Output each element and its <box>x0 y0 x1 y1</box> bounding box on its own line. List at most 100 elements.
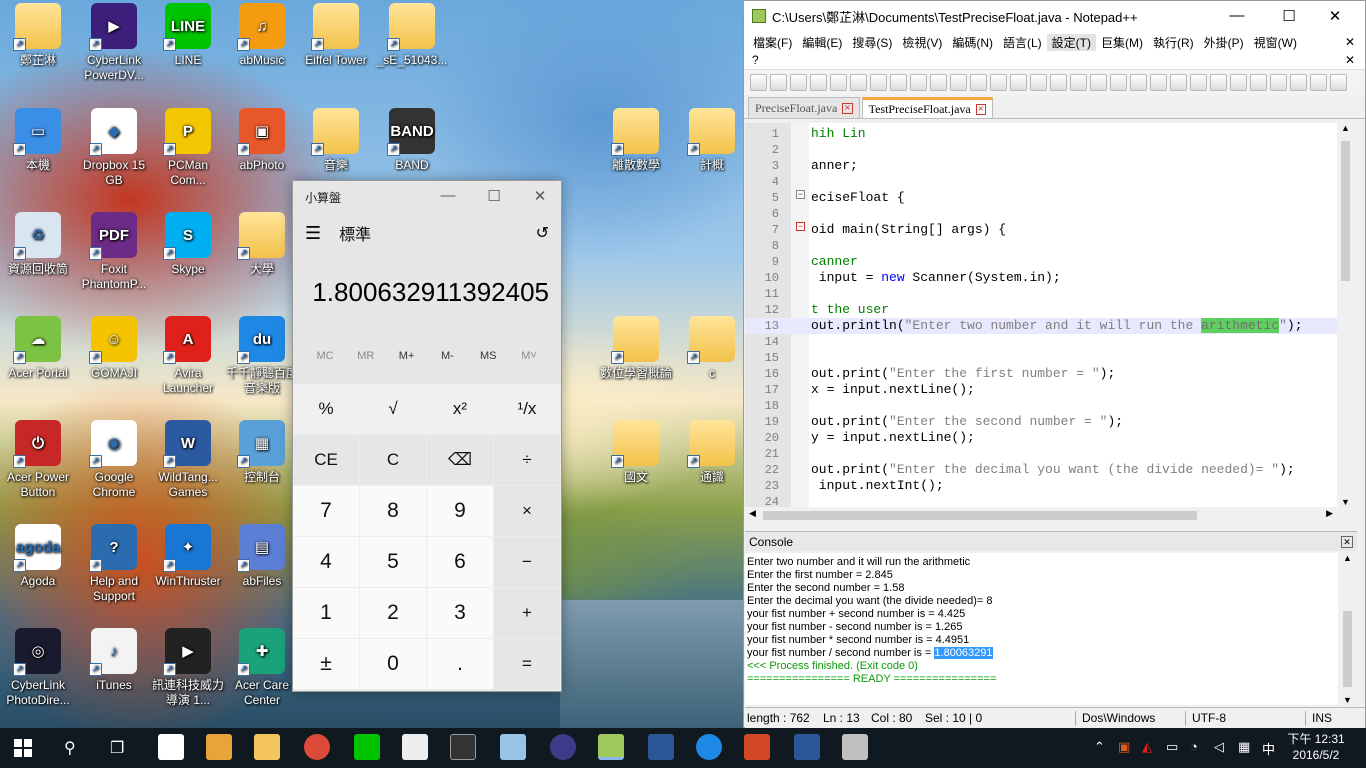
code-line[interactable]: 16 out.print("Enter the first number = ")… <box>745 366 1337 382</box>
calculator-key[interactable]: √ <box>360 384 427 435</box>
editor-vertical-scrollbar[interactable]: ▲ ▼ <box>1337 123 1354 507</box>
calculator-titlebar[interactable]: 小算盤 — ☐ ✕ <box>293 181 561 213</box>
calculator-key[interactable]: 2 <box>360 588 427 639</box>
calculator-key[interactable]: + <box>494 588 561 639</box>
close-button[interactable]: ✕ <box>1312 7 1358 25</box>
desktop-icon[interactable]: ↗ 計概 <box>674 108 750 173</box>
document-tab[interactable]: PreciseFloat.java × <box>748 97 860 118</box>
search-icon[interactable]: ⚲ <box>64 738 76 758</box>
toolbar-button-icon[interactable] <box>770 74 787 91</box>
calculator-key[interactable]: 6 <box>427 537 494 588</box>
menu-item[interactable]: 檢視(V) <box>897 34 947 51</box>
ime-indicator[interactable]: 中 <box>1262 739 1275 758</box>
toolbar-button-icon[interactable] <box>1050 74 1067 91</box>
devcpp-icon[interactable] <box>648 734 674 760</box>
toolbar-button-icon[interactable] <box>750 74 767 91</box>
calculator-key[interactable]: ÷ <box>494 435 561 486</box>
scroll-down-icon[interactable]: ▼ <box>1339 695 1356 705</box>
desktop-icon[interactable]: A ↗ Avira Launcher <box>150 316 226 396</box>
code-line[interactable]: 22 out.print("Enter the decimal you want … <box>745 462 1337 478</box>
calculator-key[interactable]: 3 <box>427 588 494 639</box>
desktop-icon[interactable]: ▤ ↗ abFiles <box>224 524 300 589</box>
code-line[interactable]: 8 <box>745 238 1337 254</box>
code-line[interactable]: 13 out.println("Enter two number and it w… <box>745 318 1337 334</box>
desktop-icon[interactable]: ↗ 大學 <box>224 212 300 277</box>
desktop-icon[interactable]: ▭ ↗ 本機 <box>0 108 76 173</box>
code-line[interactable]: 11 <box>745 286 1337 302</box>
desktop-icon[interactable]: ↗ 鄭芷淋 <box>0 3 76 68</box>
menu-item[interactable]: 設定(T) <box>1046 33 1096 51</box>
toolbar-button-icon[interactable] <box>1150 74 1167 91</box>
toolbar-button-icon[interactable] <box>1130 74 1147 91</box>
close-doc-icon[interactable]: ✕ <box>1345 53 1355 67</box>
desktop-icon[interactable]: ♫ ↗ abMusic <box>224 3 300 68</box>
desktop-icon[interactable]: ☺ ↗ GOMAJI <box>76 316 152 381</box>
scroll-up-icon[interactable]: ▲ <box>1337 123 1354 133</box>
scroll-thumb[interactable] <box>763 511 1197 520</box>
toolbar-button-icon[interactable] <box>930 74 947 91</box>
toolbar-button-icon[interactable] <box>850 74 867 91</box>
desktop-icon[interactable]: W ↗ WildTang... Games <box>150 420 226 500</box>
calculator-key[interactable]: × <box>494 486 561 537</box>
menu-item[interactable]: 編碼(N) <box>947 34 998 51</box>
calculator-key[interactable]: x² <box>427 384 494 435</box>
toolbar-button-icon[interactable] <box>1170 74 1187 91</box>
desktop-icon[interactable]: ↗ 離散數學 <box>598 108 674 173</box>
calculator-key[interactable]: ⌫ <box>427 435 494 486</box>
calculator-key[interactable]: C <box>360 435 427 486</box>
calculator-key[interactable]: . <box>427 639 494 690</box>
code-line[interactable]: 3 anner; <box>745 158 1337 174</box>
keyboard-icon[interactable]: ▦ <box>1238 739 1250 755</box>
toolbar-button-icon[interactable] <box>1310 74 1327 91</box>
toolbar-button-icon[interactable] <box>1070 74 1087 91</box>
menu-item[interactable]: 語言(L) <box>998 34 1047 51</box>
toolbar-button-icon[interactable] <box>970 74 987 91</box>
close-icon[interactable]: ✕ <box>1340 35 1365 49</box>
desktop-icon[interactable]: ♻ ↗ 資源回收筒 <box>0 212 76 277</box>
console-output[interactable]: Enter two number and it will run the ari… <box>745 553 1338 705</box>
menu-item[interactable]: 執行(R) <box>1148 34 1199 51</box>
code-line[interactable]: 4 <box>745 174 1337 190</box>
scroll-thumb[interactable] <box>1343 611 1352 687</box>
minimize-button[interactable]: — <box>1214 7 1260 24</box>
word-icon[interactable] <box>794 734 820 760</box>
code-line[interactable]: 18 <box>745 398 1337 414</box>
console-close-button[interactable]: ✕ <box>1341 536 1353 548</box>
calculator-icon[interactable] <box>402 734 428 760</box>
toolbar-button-icon[interactable] <box>1290 74 1307 91</box>
code-line[interactable]: 19 out.print("Enter the second number = "… <box>745 414 1337 430</box>
memory-button[interactable]: MR <box>346 350 386 362</box>
snipping-tool-icon[interactable] <box>842 734 868 760</box>
editor-horizontal-scrollbar[interactable]: ◀ ▶ <box>745 507 1337 523</box>
desktop-icon[interactable]: LINE ↗ LINE <box>150 3 226 68</box>
desktop-icon[interactable]: ? ↗ Help and Support <box>76 524 152 604</box>
home-icon[interactable] <box>158 734 184 760</box>
scroll-left-icon[interactable]: ◀ <box>749 508 756 519</box>
code-line[interactable]: 23 input.nextInt(); <box>745 478 1337 494</box>
tab-close-icon[interactable]: × <box>842 102 853 114</box>
taskbar-app-icon[interactable] <box>206 734 232 760</box>
calculator-key[interactable]: 5 <box>360 537 427 588</box>
toolbar-button-icon[interactable] <box>990 74 1007 91</box>
toolbar-button-icon[interactable] <box>950 74 967 91</box>
clock[interactable]: 下午 12:31 2016/5/2 <box>1284 731 1348 763</box>
desktop-icon[interactable]: ↗ _sE_51043... <box>374 3 450 68</box>
desktop-icon[interactable]: ◎ ↗ CyberLink PhotoDire... <box>0 628 76 708</box>
toolbar-button-icon[interactable] <box>870 74 887 91</box>
calculator-key[interactable]: 8 <box>360 486 427 537</box>
code-line[interactable]: 7 oid main(String[] args) { <box>745 222 1337 238</box>
code-line[interactable]: 9 canner <box>745 254 1337 270</box>
office-icon[interactable]: ▣ <box>1118 739 1130 755</box>
toolbar-button-icon[interactable] <box>1030 74 1047 91</box>
toolbar-button-icon[interactable] <box>910 74 927 91</box>
scroll-up-icon[interactable]: ▲ <box>1339 553 1356 563</box>
menu-item[interactable]: 外掛(P) <box>1199 34 1249 51</box>
toolbar-button-icon[interactable] <box>1210 74 1227 91</box>
desktop-icon[interactable]: ↗ 音樂 <box>298 108 374 173</box>
desktop-icon[interactable]: ▶ ↗ CyberLink PowerDV... <box>76 3 152 83</box>
code-line[interactable]: 2 <box>745 142 1337 158</box>
cmd-icon[interactable] <box>450 734 476 760</box>
scroll-thumb[interactable] <box>1341 141 1350 281</box>
tab-close-icon[interactable]: × <box>975 103 987 115</box>
desktop-icon[interactable]: ↗ 數位學習概論 <box>598 316 674 381</box>
